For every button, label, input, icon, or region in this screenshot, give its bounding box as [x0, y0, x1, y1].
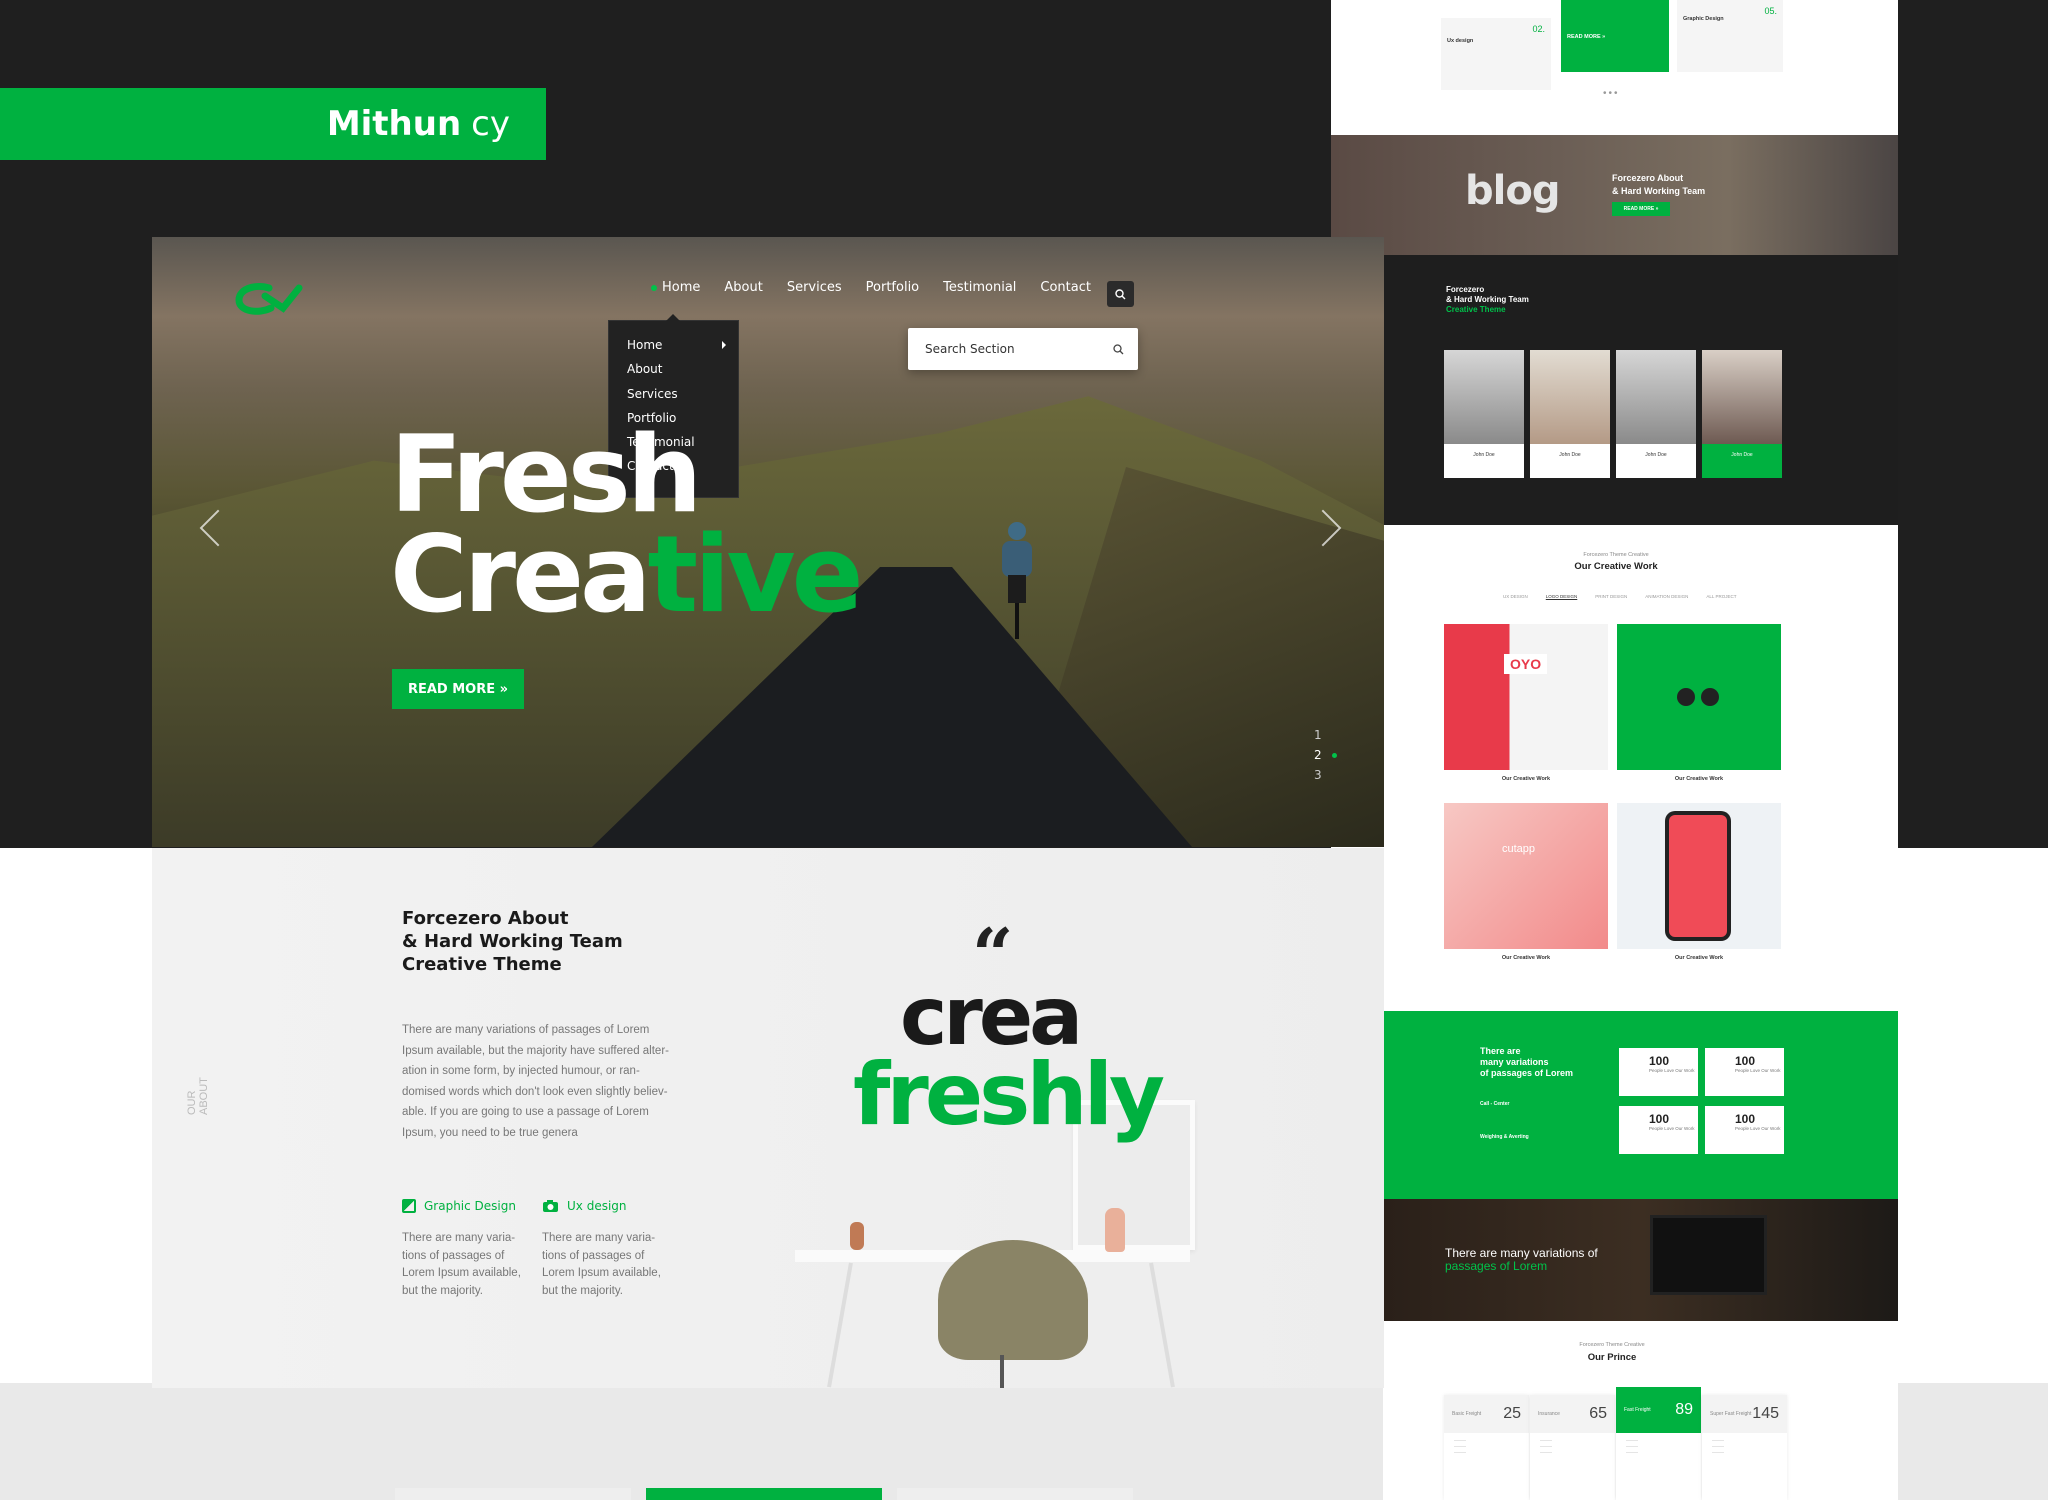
active-dot-icon	[1331, 753, 1337, 758]
chair-leg	[1000, 1355, 1004, 1388]
about-section	[152, 848, 1384, 1388]
stats-section	[1383, 1011, 1898, 1199]
feature-ux-design: Ux design	[542, 1199, 627, 1213]
section-tab[interactable]	[897, 1488, 1133, 1500]
feature-text: There are many varia-tions of passages o…	[402, 1232, 521, 1297]
nav-home[interactable]: Home	[650, 280, 700, 295]
section-tab-active[interactable]	[646, 1488, 882, 1500]
avatar	[1444, 350, 1524, 444]
team-heading: Forcezero & Hard Working Team Creative T…	[1446, 285, 1529, 314]
pricing-title: Our Prince	[1587, 1352, 1637, 1363]
tab-animation[interactable]: ANIMATION DESIGN	[1645, 594, 1688, 599]
freshly-word: freshly	[853, 1045, 1165, 1145]
section-tab[interactable]	[395, 1488, 631, 1500]
chevron-right-icon	[722, 341, 726, 349]
avatar	[1616, 350, 1696, 444]
work-caption: Our Creative Work	[1501, 776, 1551, 782]
service-card: 02. Ux design	[1441, 18, 1551, 90]
graphic-design-icon	[402, 1199, 416, 1213]
link-icon[interactable]	[1677, 688, 1695, 706]
pager-1[interactable]: 1	[1314, 725, 1337, 745]
about-title: Forcezero About & Hard Working Team Crea…	[402, 908, 623, 975]
search-button[interactable]	[1107, 281, 1134, 307]
stats-heading: There are many variations of passages of…	[1480, 1046, 1574, 1140]
side-label: OUR ABOUT	[186, 1077, 210, 1115]
pricing-kicker: Forcezero Theme Creative	[1579, 1342, 1645, 1348]
work-tile-phone[interactable]	[1617, 803, 1781, 949]
tab-ux[interactable]: UX DESIGN	[1503, 594, 1528, 599]
services-strip: 02. Ux design READ MORE » 05. Graphic De…	[1331, 0, 1898, 135]
price-card-featured[interactable]: Fast Freight 89 ——— ——— ———	[1616, 1387, 1701, 1500]
stat-box: 100 People Love Our Work	[1619, 1048, 1698, 1096]
service-card-active: READ MORE »	[1561, 0, 1669, 72]
work-tile-green[interactable]	[1617, 624, 1781, 770]
work-tile-oyo[interactable]: OYO	[1444, 624, 1608, 770]
chair	[938, 1240, 1088, 1360]
eye-icon[interactable]	[1701, 688, 1719, 706]
works-kicker: Forcezero Theme Creative	[1583, 552, 1649, 558]
cyclist-figure	[1002, 522, 1032, 639]
next-section-tabs	[395, 1488, 1133, 1500]
dropdown-item-home[interactable]: Home	[609, 339, 738, 363]
search-input[interactable]: Search Section	[908, 328, 1138, 370]
dropdown-item-services[interactable]: Services	[609, 388, 738, 412]
vase	[850, 1222, 864, 1250]
dropdown-item-about[interactable]: About	[609, 363, 738, 387]
slide-pager: 1 2 3	[1314, 725, 1337, 785]
works-title: Our Creative Work	[1574, 561, 1658, 572]
carousel-dots[interactable]: •••	[1603, 88, 1620, 99]
pager-2[interactable]: 2	[1314, 745, 1337, 765]
work-caption: Our Creative Work	[1674, 776, 1724, 782]
read-more-button[interactable]: READ MORE »	[392, 669, 524, 709]
nav-testimonial[interactable]: Testimonial	[943, 280, 1016, 295]
team-member-card[interactable]: John Doe	[1530, 350, 1610, 478]
nav-about[interactable]: About	[724, 280, 762, 295]
stat-box: 100 People Love Our Work	[1705, 1106, 1784, 1154]
nav-services[interactable]: Services	[787, 280, 842, 295]
price-card[interactable]: Insurance 65 ——— ——— ———	[1530, 1395, 1615, 1500]
search-icon	[1115, 288, 1126, 299]
designer-first-name: Mithun	[326, 104, 462, 144]
nav-contact[interactable]: Contact	[1040, 280, 1091, 295]
camera-icon	[543, 1200, 558, 1212]
main-nav: Home About Services Portfolio Testimonia…	[650, 280, 1115, 295]
site-logo[interactable]	[235, 282, 303, 316]
designer-last-name: cy	[471, 104, 510, 144]
team-section	[1331, 255, 1898, 525]
pager-3[interactable]: 3	[1314, 765, 1337, 785]
team-member-card[interactable]: John Doe	[1616, 350, 1696, 478]
search-icon[interactable]	[1113, 343, 1124, 355]
hero-heading: Fresh Creative	[390, 413, 864, 636]
service-card: 05. Graphic Design	[1677, 0, 1783, 72]
team-member-card[interactable]: John Doe	[1444, 350, 1524, 478]
work-caption: Our Creative Work	[1674, 955, 1724, 961]
work-tile-app[interactable]: cutapp	[1444, 803, 1608, 949]
about-body: There are many variations of passages of…	[402, 1024, 669, 1139]
designer-banner: Mithun cy	[0, 88, 546, 160]
blog-word: blog	[1465, 168, 1560, 214]
laptop-screen	[1650, 1215, 1767, 1295]
nav-portfolio[interactable]: Portfolio	[866, 280, 919, 295]
tab-print[interactable]: PRINT DESIGN	[1595, 594, 1627, 599]
stat-box: 100 People Love Our Work	[1705, 1048, 1784, 1096]
works-filter-tabs: UX DESIGN LOGO DESIGN PRINT DESIGN ANIMA…	[1503, 594, 1736, 599]
blog-read-more-button[interactable]: READ MORE »	[1612, 202, 1670, 216]
feature-graphic-design: Graphic Design	[402, 1199, 516, 1213]
avatar	[1530, 350, 1610, 444]
feature-text: There are many varia-tions of passages o…	[542, 1232, 661, 1297]
tab-all[interactable]: ALL PROJECT	[1706, 594, 1736, 599]
laptop-text: There are many variations of passages of…	[1445, 1246, 1598, 1273]
price-card[interactable]: Basic Freight 25 ——— ——— ———	[1444, 1395, 1529, 1500]
search-placeholder: Search Section	[925, 342, 1015, 356]
plant-pot	[1105, 1208, 1125, 1252]
work-caption: Our Creative Work	[1501, 955, 1551, 961]
stat-box: 100 People Love Our Work	[1619, 1106, 1698, 1154]
price-card[interactable]: Super Fast Freight 145 ——— ——— ———	[1702, 1395, 1787, 1500]
blog-text: Forcezero About & Hard Working Team	[1612, 173, 1706, 196]
avatar	[1702, 350, 1782, 444]
tab-logo[interactable]: LOGO DESIGN	[1546, 594, 1578, 599]
team-member-card-active[interactable]: John Doe	[1702, 350, 1782, 478]
